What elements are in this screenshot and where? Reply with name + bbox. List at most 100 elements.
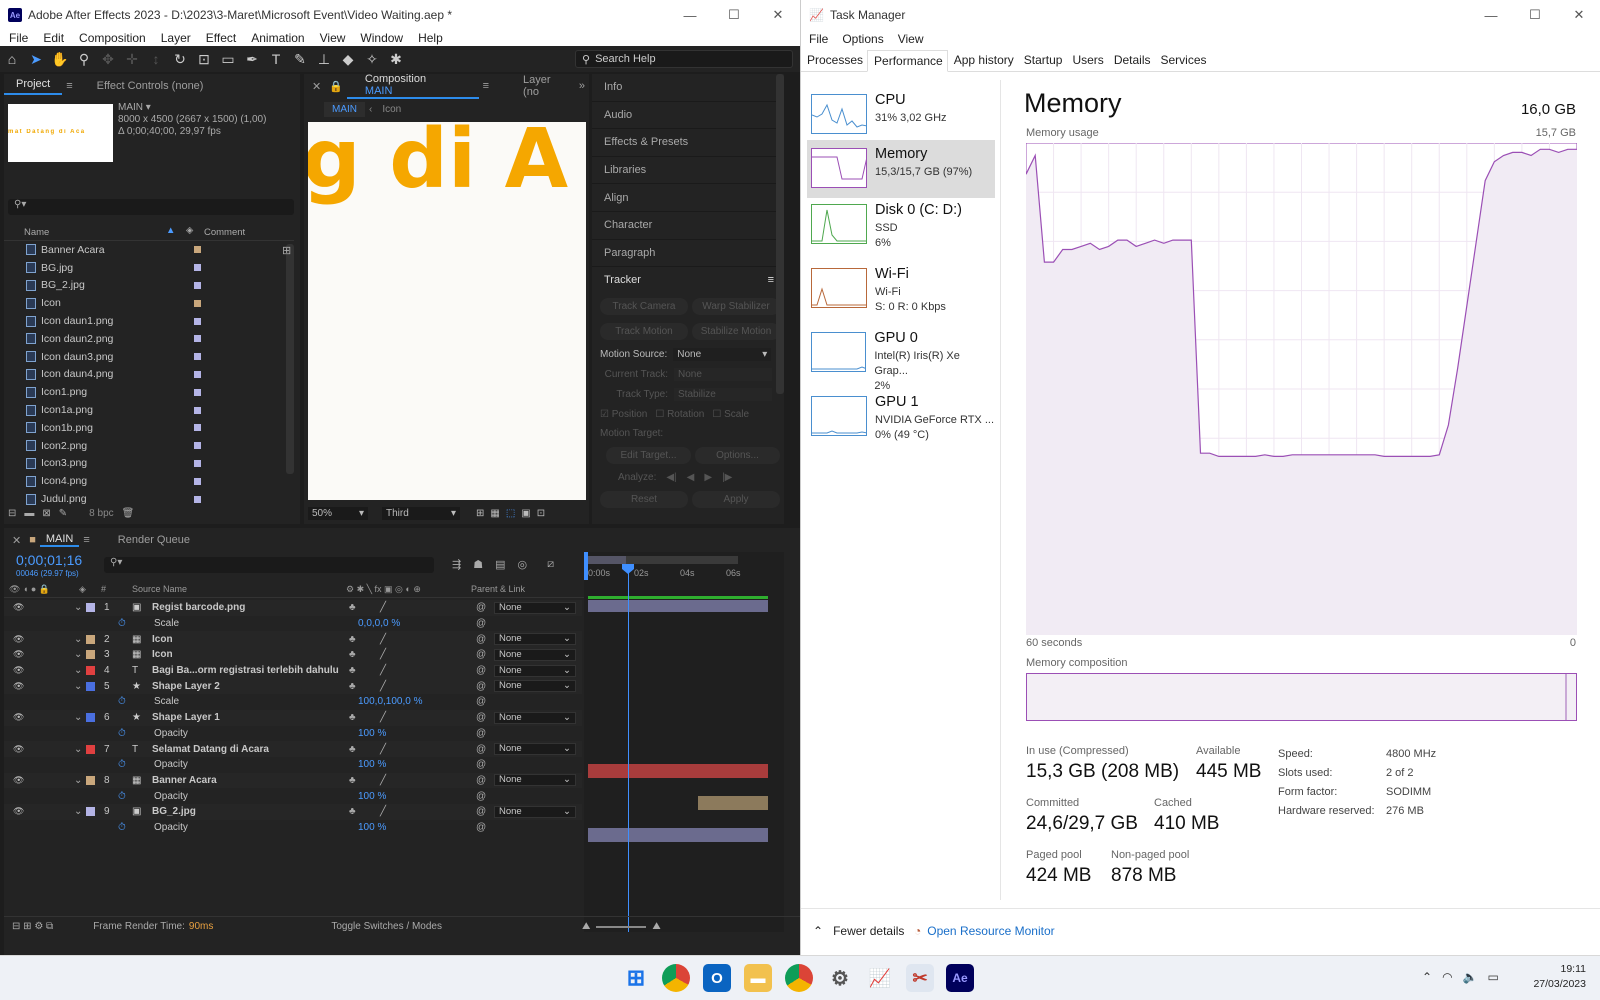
- timeline-property-row[interactable]: ⏱ Opacity 100 % @: [4, 757, 582, 773]
- rectangle-tool-icon[interactable]: ▭: [216, 49, 240, 69]
- zoom-tool-icon[interactable]: ⚲: [72, 49, 96, 69]
- start-icon[interactable]: ⊞: [622, 964, 650, 992]
- flowchart-icon[interactable]: ⊞: [282, 244, 291, 257]
- shy-switch-icon[interactable]: ♣: [349, 775, 356, 786]
- toggle-switches-button[interactable]: Toggle Switches / Modes: [331, 921, 442, 932]
- timeline-zoom-slider[interactable]: [596, 925, 647, 928]
- panel-character[interactable]: Character: [592, 212, 784, 240]
- current-track-select[interactable]: None: [674, 368, 772, 381]
- current-timecode[interactable]: 0;00;01;16: [16, 552, 82, 568]
- project-item[interactable]: Icon1.png: [4, 383, 286, 401]
- volume-icon[interactable]: 🔈: [1463, 970, 1478, 984]
- label-color-swatch[interactable]: [194, 264, 201, 272]
- layer-1-bar[interactable]: [588, 596, 768, 599]
- panel-menu-icon[interactable]: ≡: [768, 274, 774, 286]
- snipping-tool-icon[interactable]: ✂: [906, 964, 934, 992]
- property-value[interactable]: 100 %: [358, 791, 386, 802]
- label-color-swatch[interactable]: [194, 459, 201, 467]
- panel-info[interactable]: Info: [592, 74, 784, 102]
- perf-item-wi-fi[interactable]: Wi-Fi Wi-Fi S: 0 R: 0 Kbps: [807, 260, 995, 318]
- quality-switch-icon[interactable]: ╱: [380, 775, 386, 786]
- project-item[interactable]: BG.jpg: [4, 259, 286, 277]
- brush-tool-icon[interactable]: ✎: [288, 49, 312, 69]
- motion-blur-icon[interactable]: ◎: [518, 558, 528, 571]
- track-camera-button[interactable]: Track Camera: [600, 298, 688, 315]
- shy-switch-icon[interactable]: ♣: [349, 681, 356, 692]
- property-value[interactable]: 100 %: [358, 822, 386, 833]
- timeline-layer-row[interactable]: 👁 ⌄ 3 ▦ Icon ♣ ╱ @ None ⌄: [4, 647, 582, 663]
- selection-tool-icon[interactable]: ➤: [24, 49, 48, 69]
- panel-audio[interactable]: Audio: [592, 102, 784, 130]
- tab-startup[interactable]: Startup: [1018, 50, 1067, 72]
- tab-menu-icon[interactable]: ≡: [479, 80, 493, 92]
- project-item[interactable]: Icon daun2.png: [4, 330, 286, 348]
- tab-menu-icon[interactable]: ≡: [79, 534, 93, 546]
- label-color-swatch[interactable]: [86, 634, 95, 644]
- timeline-property-row[interactable]: ⏱ Opacity 100 % @: [4, 820, 582, 836]
- tab-processes[interactable]: Processes: [801, 50, 867, 72]
- label-color-swatch[interactable]: [194, 335, 201, 343]
- tm-menu-options[interactable]: Options: [834, 32, 889, 46]
- parent-select[interactable]: None ⌄: [494, 774, 576, 787]
- parent-select[interactable]: None ⌄: [494, 601, 576, 614]
- parent-select[interactable]: None ⌄: [494, 743, 576, 756]
- panel-paragraph[interactable]: Paragraph: [592, 240, 784, 268]
- tab-project[interactable]: Project: [4, 78, 63, 95]
- anchor-tool-icon[interactable]: ⊡: [192, 49, 216, 69]
- timeline-property-row[interactable]: ⏱ Opacity 100 % @: [4, 726, 582, 742]
- tab-render-queue[interactable]: Render Queue: [94, 534, 202, 546]
- parent-select[interactable]: None ⌄: [494, 648, 576, 661]
- label-color-swatch[interactable]: [194, 424, 201, 432]
- panel-libraries[interactable]: Libraries: [592, 157, 784, 185]
- chevron-down-icon[interactable]: ▾: [146, 102, 151, 113]
- apply-button[interactable]: Apply: [692, 491, 780, 508]
- analyze-forward-icon[interactable]: ▶: [704, 472, 712, 483]
- pickwhip-icon[interactable]: @: [476, 822, 486, 833]
- panel-align[interactable]: Align: [592, 184, 784, 212]
- parent-select[interactable]: None ⌄: [494, 805, 576, 818]
- col-name[interactable]: Name: [24, 227, 49, 238]
- work-area-range[interactable]: [588, 556, 626, 564]
- reset-button[interactable]: Reset: [600, 491, 688, 508]
- shy-icon[interactable]: ☗: [473, 558, 483, 571]
- pickwhip-icon[interactable]: @: [476, 681, 486, 692]
- label-color-swatch[interactable]: [86, 681, 95, 691]
- perf-item-gpu[interactable]: GPU 0 Intel(R) Iris(R) Xe Grap... 2%: [807, 324, 995, 392]
- hand-tool-icon[interactable]: ✋: [48, 49, 72, 69]
- trash-icon[interactable]: 🗑: [122, 508, 135, 519]
- interpret-footage-icon[interactable]: ⊟: [8, 508, 16, 519]
- label-color-swatch[interactable]: [194, 281, 201, 289]
- shy-switch-icon[interactable]: ♣: [349, 634, 356, 645]
- ae-menu-file[interactable]: File: [0, 31, 34, 45]
- ae-menu-animation[interactable]: Animation: [242, 31, 310, 45]
- tm-menu-file[interactable]: File: [801, 32, 834, 46]
- twirl-icon[interactable]: ⌄: [74, 602, 82, 613]
- quality-switch-icon[interactable]: ╱: [380, 602, 386, 613]
- puppet-tool-icon[interactable]: ✱: [384, 49, 408, 69]
- graph-editor-icon[interactable]: ⧄: [547, 558, 554, 571]
- close-button[interactable]: ✕: [756, 0, 800, 30]
- snapshot-icon[interactable]: ⊡: [537, 508, 545, 519]
- ae-menu-view[interactable]: View: [311, 31, 352, 45]
- playhead-line[interactable]: [628, 566, 629, 932]
- comp-viewer-canvas[interactable]: g di A: [308, 122, 586, 500]
- label-color-swatch[interactable]: [86, 650, 95, 660]
- tab-details[interactable]: Details: [1108, 50, 1155, 72]
- panel-effects-presets[interactable]: Effects & Presets: [592, 129, 784, 157]
- timeline-layer-row[interactable]: 👁 ⌄ 1 ▣ Regist barcode.png ♣ ╱ @ None ⌄: [4, 600, 582, 616]
- render-icons[interactable]: ⊟ ⊞ ⚙ ⧉: [12, 921, 53, 932]
- ae-menu-effect[interactable]: Effect: [197, 31, 242, 45]
- project-item[interactable]: Icon daun3.png: [4, 348, 286, 366]
- timeline-layer-row[interactable]: 👁 ⌄ 7 T Selamat Datang di Acara ♣ ╱ @ None ⌄: [4, 741, 582, 757]
- timeline-property-row[interactable]: ⏱ Opacity 100 % @: [4, 788, 582, 804]
- comp-flowchart-icon[interactable]: ⇶: [452, 558, 461, 571]
- quality-switch-icon[interactable]: ╱: [380, 744, 386, 755]
- close-icon[interactable]: ✕: [4, 534, 25, 547]
- dolly-tool-icon[interactable]: ↕: [144, 49, 168, 69]
- visibility-eye-icon[interactable]: 👁: [13, 775, 24, 786]
- quality-switch-icon[interactable]: ╱: [380, 806, 386, 817]
- track-motion-button[interactable]: Track Motion: [600, 323, 688, 340]
- project-item[interactable]: Icon: [4, 294, 286, 312]
- pickwhip-icon[interactable]: @: [476, 759, 486, 770]
- pickwhip-icon[interactable]: @: [476, 602, 486, 613]
